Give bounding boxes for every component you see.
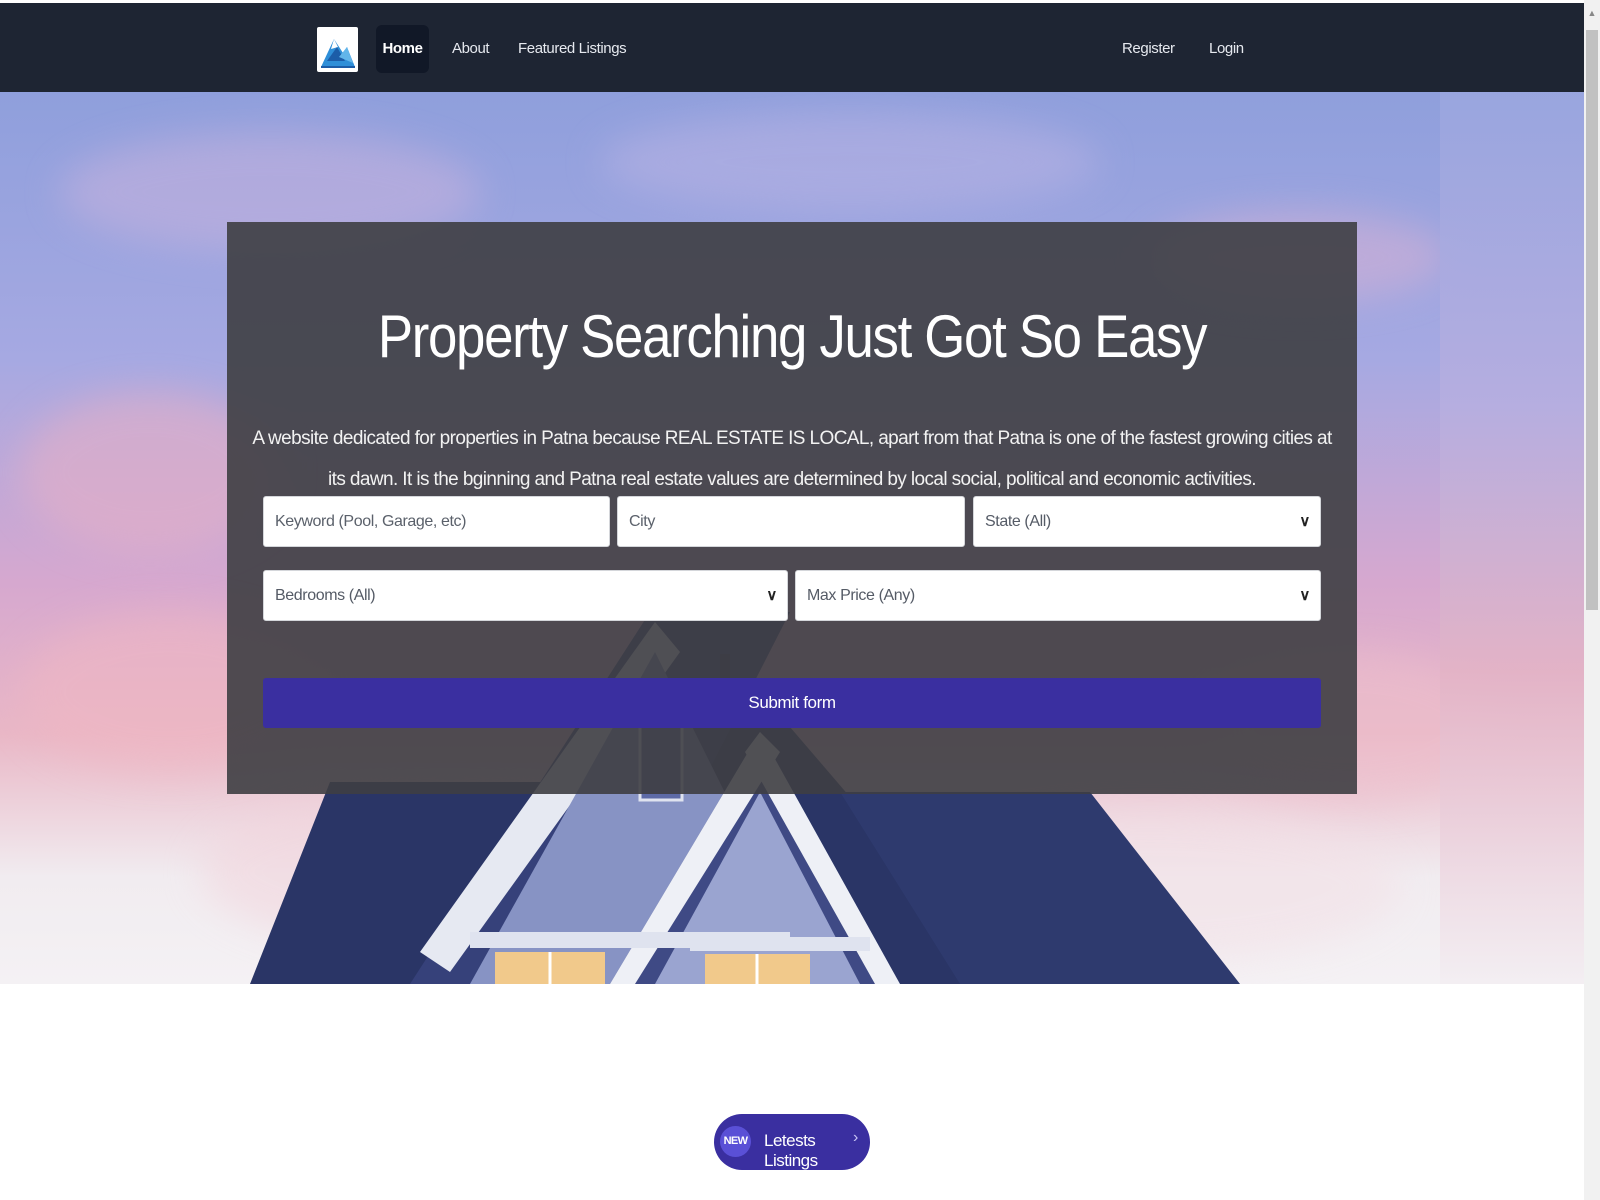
nav-featured-listings-link[interactable]: Featured Listings (518, 25, 627, 73)
state-select-value: State (All) (985, 513, 1051, 530)
top-navbar: Home About Featured Listings Register Lo… (0, 3, 1584, 92)
nav-register-link[interactable]: Register (1122, 25, 1175, 73)
nav-about-link[interactable]: About (452, 25, 490, 73)
max-price-select[interactable]: Max Price (Any) ∨ (795, 570, 1321, 621)
max-price-select-value: Max Price (Any) (807, 587, 915, 604)
latest-listings-button[interactable]: NEW Letests Listings › (714, 1114, 870, 1170)
city-field[interactable] (617, 496, 965, 547)
chevron-down-icon: ∨ (766, 587, 777, 604)
state-select[interactable]: State (All) ∨ (973, 496, 1321, 547)
search-card: Property Searching Just Got So Easy A we… (227, 222, 1357, 794)
page-scrollbar[interactable]: ▲ (1584, 0, 1600, 1200)
nav-home-link[interactable]: Home (376, 25, 429, 73)
submit-form-button[interactable]: Submit form (263, 678, 1321, 728)
keyword-field[interactable] (263, 496, 610, 547)
hero-edge (1440, 92, 1584, 984)
bedrooms-select[interactable]: Bedrooms (All) ∨ (263, 570, 788, 621)
hero-title: Property Searching Just Got So Easy (377, 303, 1208, 370)
chevron-right-icon: › (853, 1129, 859, 1146)
new-badge: NEW (720, 1126, 751, 1157)
site-logo-icon[interactable] (317, 27, 358, 72)
city-input[interactable] (629, 498, 964, 546)
keyword-input[interactable] (275, 498, 609, 546)
scrollbar-thumb[interactable] (1586, 30, 1598, 610)
bedrooms-select-value: Bedrooms (All) (275, 587, 376, 604)
chevron-down-icon: ∨ (1299, 587, 1310, 604)
scroll-up-arrow-icon[interactable]: ▲ (1584, 8, 1600, 18)
chevron-down-icon: ∨ (1299, 513, 1310, 530)
nav-login-link[interactable]: Login (1209, 25, 1244, 73)
hero-description: A website dedicated for properties in Pa… (252, 428, 1332, 490)
